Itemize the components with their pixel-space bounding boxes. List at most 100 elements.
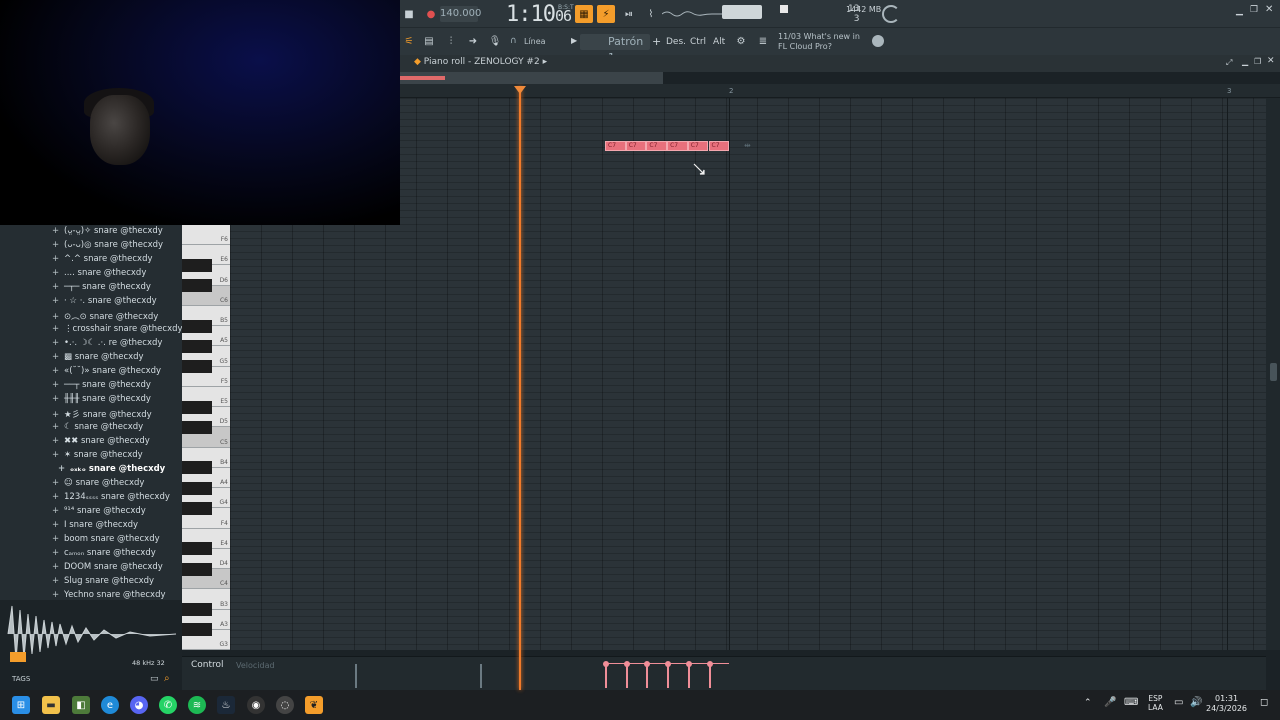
folder-icon[interactable]: ▭: [150, 674, 159, 684]
des-label[interactable]: Des.: [666, 37, 686, 47]
expand-plus-icon[interactable]: +: [52, 312, 64, 322]
news-icon[interactable]: ≣: [754, 32, 772, 50]
piano-black-key[interactable]: [182, 400, 212, 414]
browser-item[interactable]: + (ᴗ̤-ᴗ̤)✧ snare @thecxdy: [52, 226, 163, 240]
maximize-icon[interactable]: ❐: [1250, 5, 1258, 15]
browser-item[interactable]: + I snare @thecxdy: [52, 520, 138, 534]
typing-keyboard-icon[interactable]: ⚙: [732, 32, 750, 50]
close-icon[interactable]: ✕: [1265, 4, 1273, 15]
file-explorer-icon[interactable]: ▬: [42, 696, 60, 714]
expand-plus-icon[interactable]: +: [52, 352, 64, 362]
velocity-stem[interactable]: [708, 664, 711, 688]
expand-plus-icon[interactable]: +: [52, 338, 64, 348]
expand-plus-icon[interactable]: +: [52, 324, 64, 334]
browser-item[interactable]: + ⋮crosshair snare @thecxdy: [52, 324, 183, 338]
piano-black-key[interactable]: [182, 623, 212, 637]
expand-plus-icon[interactable]: +: [52, 534, 64, 544]
browser-item[interactable]: +1234ₛₛₛₛ snare @thecxdy: [52, 492, 170, 506]
velocity-handle[interactable]: [685, 661, 692, 667]
browser-item[interactable]: + Slug snare @thecxdy: [52, 576, 154, 590]
velocity-stem[interactable]: [646, 664, 649, 688]
pr-maximize-icon[interactable]: ❐: [1254, 57, 1261, 66]
piano-black-key[interactable]: [182, 360, 212, 374]
browser-item[interactable]: + ^.^ snare @thecxdy: [52, 254, 153, 268]
expand-plus-icon[interactable]: +: [52, 254, 64, 264]
browser-item[interactable]: +.... snare @thecxdy: [52, 268, 146, 282]
playhead-marker[interactable]: [514, 86, 526, 94]
expand-plus-icon[interactable]: +: [52, 394, 64, 404]
velocity-handle[interactable]: [706, 661, 713, 667]
title-chevron-icon[interactable]: ▸: [540, 57, 548, 67]
expand-plus-icon[interactable]: +: [52, 422, 64, 432]
scroll-thumb[interactable]: [400, 76, 445, 80]
velocity-handle[interactable]: [623, 661, 630, 667]
pattern-arrow-icon[interactable]: ▶: [571, 36, 577, 45]
browser-item[interactable]: + ╫╫╫ snare @thecxdy: [52, 394, 151, 408]
add-pattern-icon[interactable]: +: [652, 35, 661, 48]
note[interactable]: C7: [625, 141, 647, 151]
system-clock[interactable]: 01:31 24/3/2026: [1206, 694, 1247, 714]
fl-studio-icon[interactable]: ❦: [305, 696, 323, 714]
loop-record-button[interactable]: ⌇: [642, 5, 660, 23]
timeline-ruler[interactable]: [400, 84, 1280, 98]
expand-plus-icon[interactable]: +: [52, 506, 64, 516]
minimize-icon[interactable]: ▁: [1236, 6, 1243, 16]
velocity-stem[interactable]: [625, 664, 628, 688]
expand-plus-icon[interactable]: +: [52, 410, 64, 420]
piano-black-key[interactable]: [182, 501, 212, 515]
note[interactable]: C7: [667, 141, 688, 151]
browser-item[interactable]: + «(˘˘)» snare @thecxdy: [52, 366, 161, 380]
expand-plus-icon[interactable]: +: [52, 436, 64, 446]
start-icon[interactable]: ⊞: [12, 696, 30, 714]
tray-chevron-icon[interactable]: ⌃: [1084, 698, 1092, 708]
note[interactable]: C7: [605, 141, 626, 151]
control-label[interactable]: Control: [191, 660, 224, 670]
piano-black-key[interactable]: [182, 481, 212, 495]
browser-item[interactable]: + ✶ snare @thecxdy: [52, 450, 143, 464]
expand-plus-icon[interactable]: +: [52, 366, 64, 376]
expand-plus-icon[interactable]: +: [52, 576, 64, 586]
browser-item[interactable]: + (ᴗ-ᴗ)◎ snare @thecxdy: [52, 240, 163, 254]
playlist-icon[interactable]: ▤: [420, 32, 438, 50]
pr-minimize-icon[interactable]: ▁: [1242, 57, 1248, 66]
expand-plus-icon[interactable]: +: [52, 548, 64, 558]
vscroll-thumb[interactable]: [1270, 363, 1277, 381]
browser-item[interactable]: + ☾ snare @thecxdy: [52, 422, 143, 436]
expand-plus-icon[interactable]: +: [52, 240, 64, 250]
browser-item[interactable]: + ☺ snare @thecxdy: [52, 478, 144, 492]
master-volume-meter[interactable]: [722, 5, 762, 19]
browser-item[interactable]: + ─┬─ snare @thecxdy: [52, 282, 151, 296]
pr-close-icon[interactable]: ✕: [1267, 56, 1275, 66]
record-button[interactable]: ●: [422, 5, 440, 23]
volume-tray-icon[interactable]: 🔊: [1190, 697, 1202, 708]
keyboard-tray-icon[interactable]: ⌨: [1124, 697, 1138, 708]
alt-label[interactable]: Alt: [713, 37, 725, 47]
browser-item[interactable]: + ₒₓₖₒ snare @thecxdy: [58, 464, 165, 478]
piano-black-key[interactable]: [182, 279, 212, 293]
tags-label[interactable]: TAGS: [12, 675, 30, 683]
mixer-icon[interactable]: ⫶: [442, 32, 460, 50]
fl-cloud-icon[interactable]: [872, 35, 884, 47]
search-icon[interactable]: ⌕: [164, 673, 170, 684]
note[interactable]: C7: [687, 141, 709, 151]
browser-item[interactable]: + boom snare @thecxdy: [52, 534, 160, 548]
tempo-display[interactable]: 140.000: [440, 6, 481, 22]
stop-button[interactable]: ■: [400, 5, 418, 23]
velocity-handle[interactable]: [603, 661, 609, 667]
piano-black-key[interactable]: [182, 339, 212, 353]
pattern-selector[interactable]: Patrón 1: [580, 34, 650, 64]
notification-icon[interactable]: ◻: [1260, 697, 1268, 708]
vertical-scrollbar[interactable]: [1266, 98, 1280, 650]
browser-item[interactable]: + ★彡 snare @thecxdy: [52, 408, 152, 422]
detach-icon[interactable]: ⤢: [1226, 58, 1232, 68]
edge-icon[interactable]: e: [101, 696, 119, 714]
ctrl-label[interactable]: Ctrl: [690, 37, 706, 47]
piano-black-key[interactable]: [182, 461, 212, 475]
browser-item[interactable]: + cₐₘₒₙ snare @thecxdy: [52, 548, 156, 562]
metronome-button[interactable]: ⚡: [597, 5, 615, 23]
expand-plus-icon[interactable]: +: [52, 562, 64, 572]
line-label[interactable]: Línea: [524, 37, 546, 46]
channel-rack-icon[interactable]: ➜: [464, 32, 482, 50]
display-tray-icon[interactable]: ▭: [1174, 697, 1183, 708]
spotify-icon[interactable]: ≋: [188, 696, 206, 714]
